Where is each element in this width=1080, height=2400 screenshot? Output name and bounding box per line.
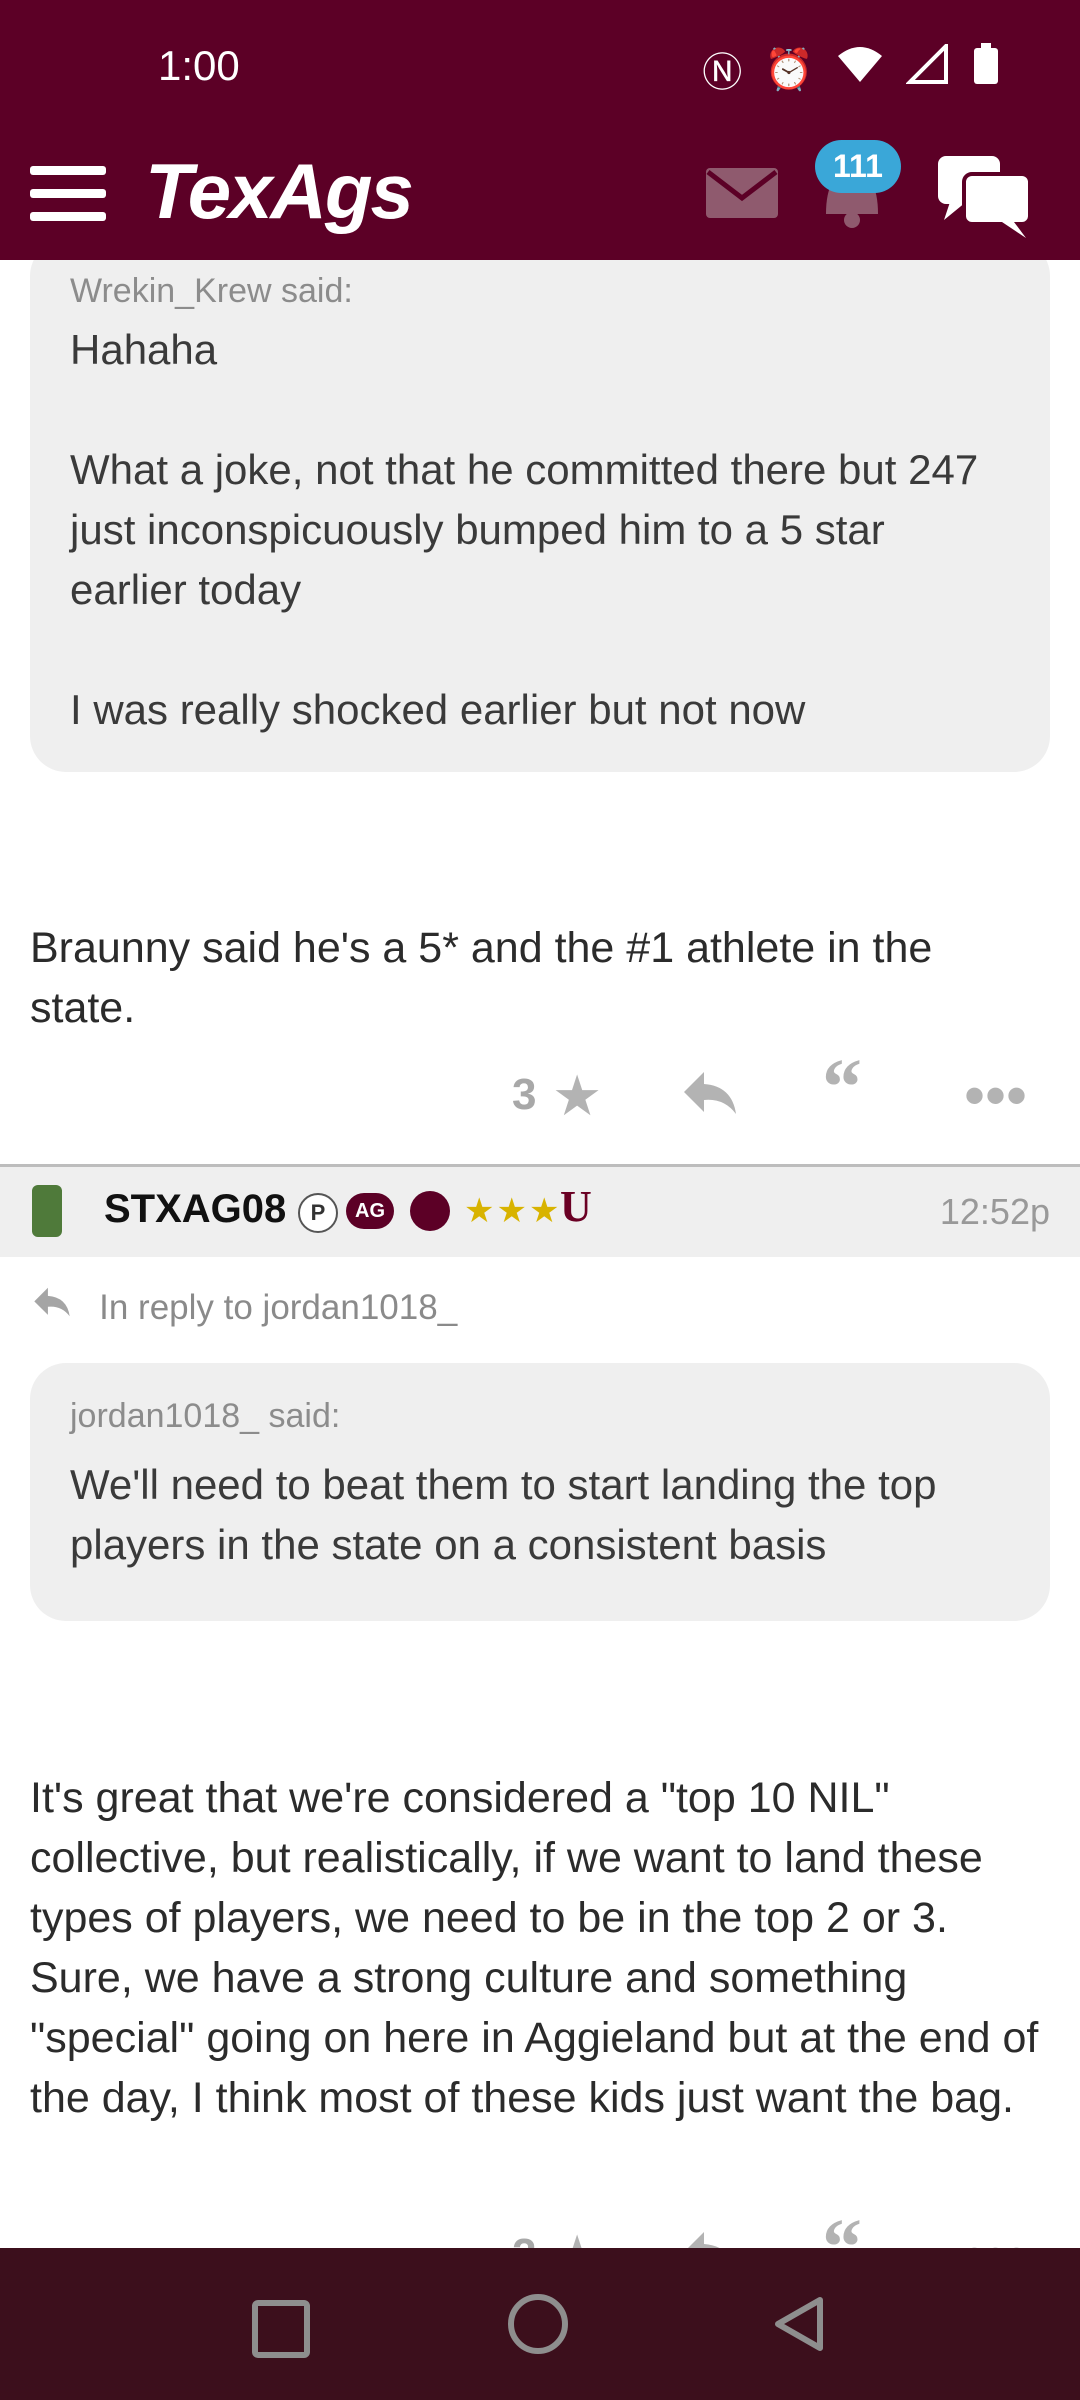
- quote-box: Wrekin_Krew said: Hahaha What a joke, no…: [30, 260, 1050, 772]
- quote-author: Wrekin_Krew said:: [70, 272, 353, 310]
- more-icon[interactable]: •••: [964, 1066, 1027, 1126]
- post-header: STXAG08 P AG ★★★ U 12:52p: [0, 1167, 1080, 1257]
- battery-icon: [972, 42, 1000, 96]
- notification-badge[interactable]: 111: [815, 140, 901, 193]
- brand-logo[interactable]: TexAgs: [145, 146, 414, 237]
- menu-icon[interactable]: [30, 158, 106, 228]
- post-body: Braunny said he's a 5* and the #1 athlet…: [30, 924, 945, 1032]
- quote-text: Hahaha What a joke, not that he committe…: [70, 326, 979, 733]
- author-name[interactable]: STXAG08: [104, 1187, 286, 1232]
- ag-badge: AG: [346, 1193, 394, 1229]
- signal-icon: [905, 41, 950, 94]
- star-icon[interactable]: ★: [552, 1068, 602, 1124]
- star-count: 3: [512, 1070, 537, 1119]
- post-body: It's great that we're considered a "top …: [30, 1774, 1051, 2122]
- star-count: 2: [512, 2230, 536, 2248]
- mail-icon[interactable]: [706, 168, 778, 218]
- quote-box: jordan1018_ said: We'll need to beat the…: [30, 1363, 1050, 1621]
- phone-icon: [32, 1185, 62, 1237]
- status-bar: 1:00 Ⓝ ⏰: [0, 0, 1080, 140]
- top-bar: 1:00 Ⓝ ⏰ TexAgs 111: [0, 0, 1080, 260]
- alarm-icon: ⏰: [764, 47, 814, 92]
- reply-icon[interactable]: [682, 1068, 738, 1127]
- quote-author: jordan1018_ said:: [70, 1397, 341, 1435]
- post-actions: 2 ★ “ •••: [0, 2208, 1080, 2249]
- recents-button[interactable]: [252, 2300, 310, 2358]
- quote-icon[interactable]: “: [822, 2208, 862, 2248]
- reply-to-text: In reply to jordan1018_: [99, 1288, 458, 1327]
- helmet-icon: [410, 1191, 450, 1231]
- u-logo-icon: U: [560, 1182, 592, 1231]
- thread-content[interactable]: Wrekin_Krew said: Hahaha What a joke, no…: [0, 260, 1080, 2248]
- quote-icon[interactable]: “: [822, 1048, 862, 1128]
- status-icons: Ⓝ ⏰: [702, 40, 1000, 98]
- post-actions: 3 ★ “ •••: [0, 1048, 1080, 1140]
- quote-text: We'll need to beat them to start landing…: [70, 1461, 949, 1568]
- rating-stars: ★★★: [464, 1192, 562, 1230]
- wifi-icon: [836, 44, 884, 94]
- more-icon[interactable]: •••: [964, 2226, 1027, 2249]
- premium-badge: P: [298, 1193, 338, 1233]
- chat-icon[interactable]: [936, 150, 1036, 240]
- reply-arrow-icon: [30, 1284, 85, 1328]
- star-icon[interactable]: ★: [552, 2228, 602, 2249]
- nfc-icon: Ⓝ: [702, 51, 743, 95]
- reply-to-link[interactable]: In reply to jordan1018_: [30, 1284, 457, 1329]
- app-bar: TexAgs 111: [0, 140, 1080, 260]
- status-time: 1:00: [158, 42, 240, 89]
- post-time: 12:52p: [939, 1191, 1050, 1232]
- system-nav-bar: [0, 2248, 1080, 2400]
- home-button[interactable]: [508, 2294, 568, 2354]
- reply-icon[interactable]: [682, 2228, 738, 2248]
